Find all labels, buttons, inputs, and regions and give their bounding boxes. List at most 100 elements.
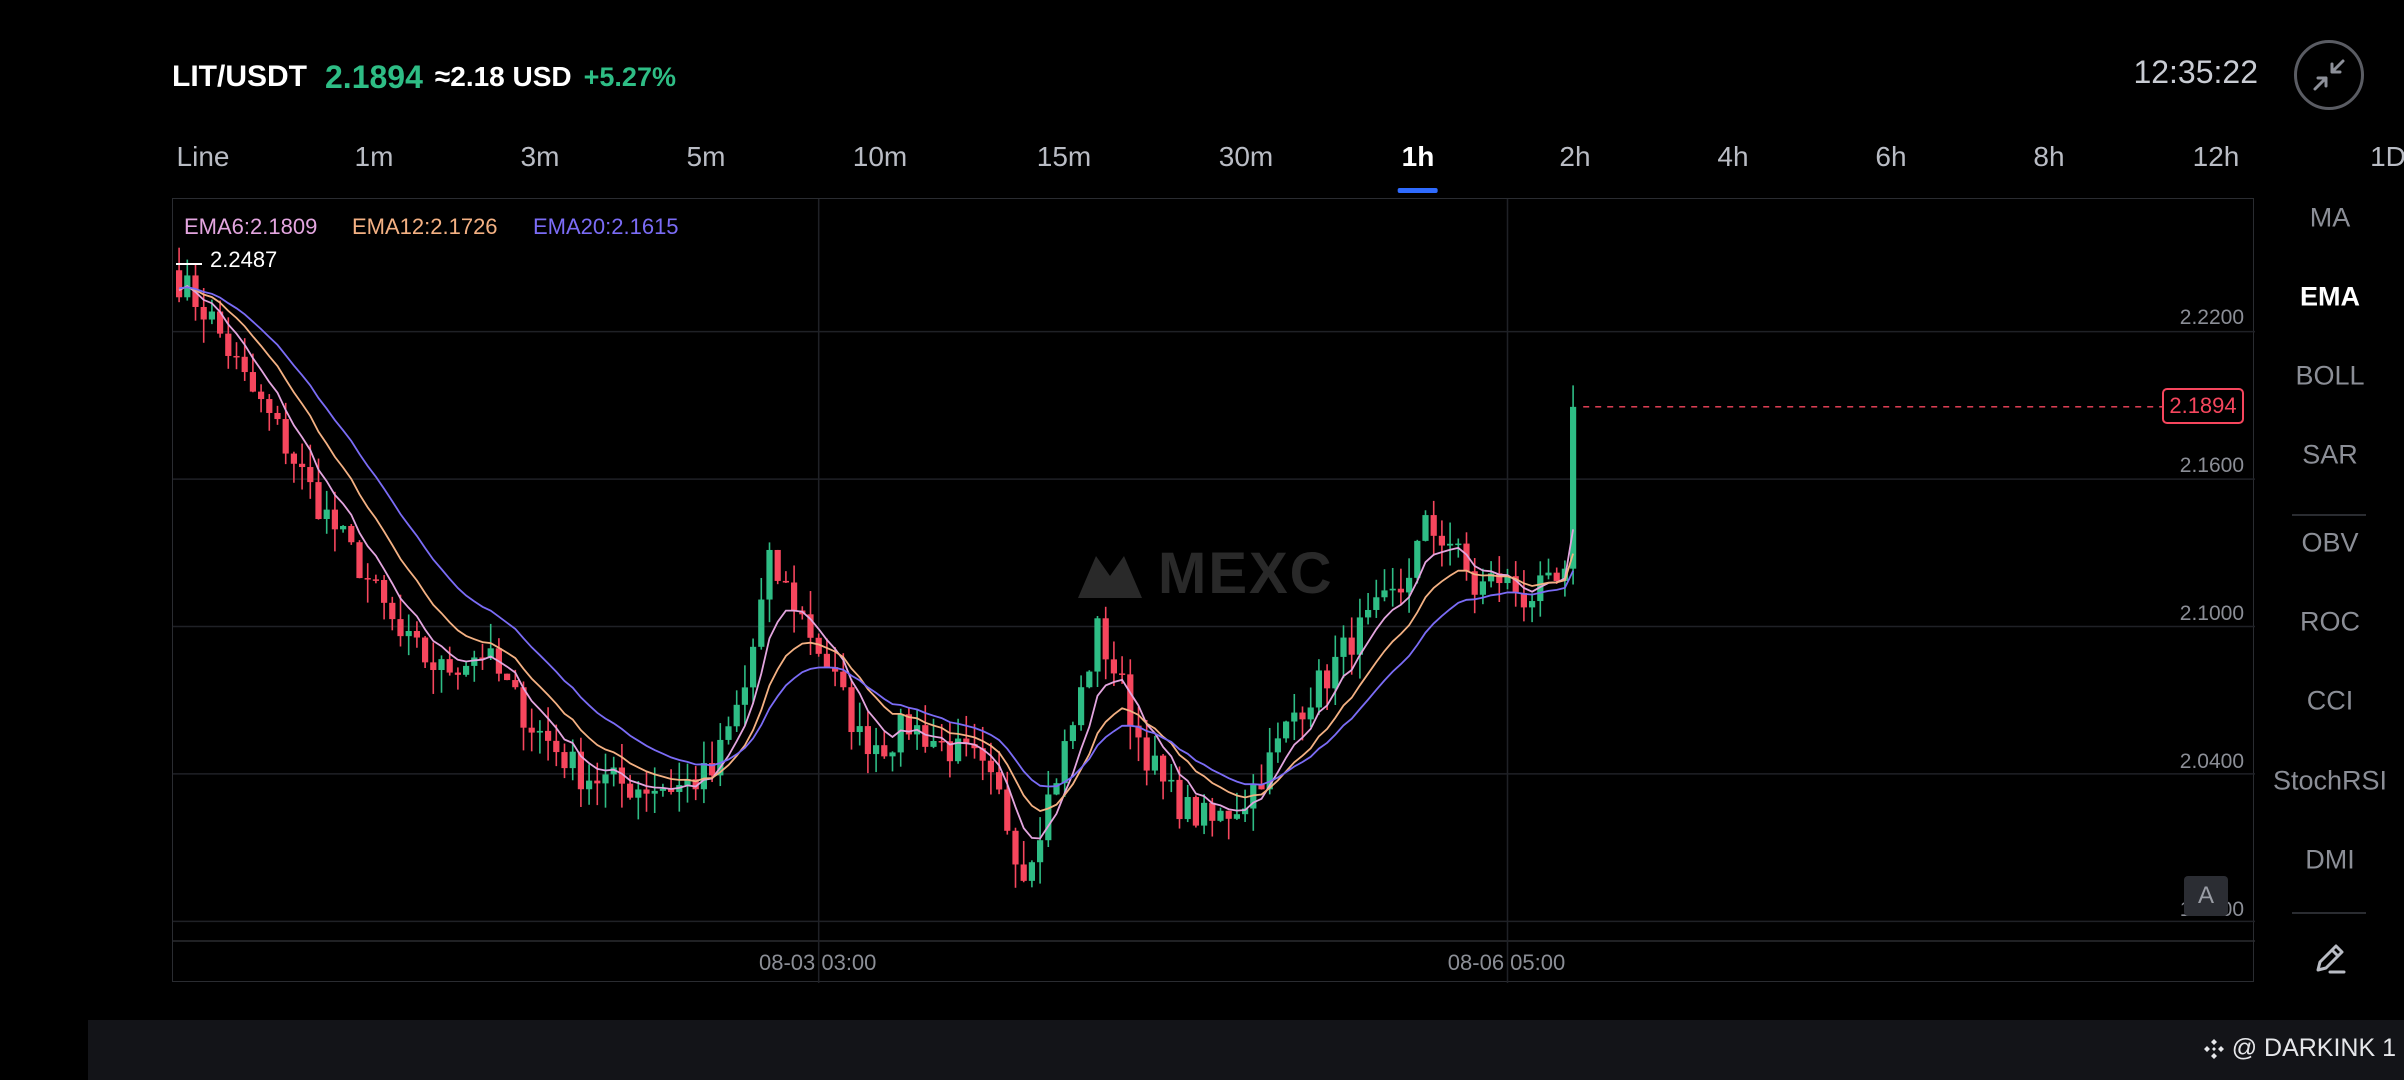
candle-body: [1438, 535, 1445, 546]
candle-body: [200, 306, 207, 320]
candle-body: [553, 740, 560, 753]
indicator-cci[interactable]: CCI: [2270, 686, 2390, 717]
candle-body: [569, 751, 576, 769]
indicator-roc[interactable]: ROC: [2270, 607, 2390, 638]
candle-body: [1291, 712, 1298, 722]
candle-body: [774, 549, 781, 581]
current-price-tag: 2.1894: [2162, 387, 2244, 424]
candle-body: [1422, 515, 1429, 541]
y-tick-label: 2.2200: [2179, 306, 2244, 329]
pencil-icon: [2316, 944, 2346, 974]
candle-body: [438, 659, 445, 671]
indicator-boll[interactable]: BOLL: [2270, 361, 2390, 392]
legend-ema20: EMA20:2.1615: [533, 214, 679, 239]
indicator-obv[interactable]: OBV: [2270, 528, 2390, 559]
candle-body: [1127, 674, 1134, 726]
candle-body: [1225, 810, 1232, 819]
clock: 12:35:22: [2133, 54, 2258, 90]
candle-body: [1020, 864, 1027, 881]
tab-30m[interactable]: 30m: [1219, 135, 1273, 195]
indicator-ma[interactable]: MA: [2270, 203, 2390, 234]
indicator-sar[interactable]: SAR: [2270, 440, 2390, 471]
ticker-header: LIT/USDT 2.1894 ≈2.18 USD +5.27%: [172, 50, 676, 104]
credit-text: @ DARKINK 1: [2202, 1034, 2396, 1063]
trading-pair[interactable]: LIT/USDT: [172, 60, 307, 94]
candle-body: [1110, 659, 1117, 674]
candle-body: [208, 311, 215, 320]
tab-2h[interactable]: 2h: [1559, 135, 1590, 195]
x-tick-label: 08-03 03:00: [758, 950, 877, 975]
tab-15m[interactable]: 15m: [1037, 135, 1091, 195]
candle-body: [364, 578, 371, 580]
candle-body: [1119, 673, 1126, 675]
credit-label: @ DARKINK 1: [2231, 1034, 2396, 1062]
last-price: 2.1894: [325, 58, 423, 95]
candle-body: [725, 726, 732, 740]
candle-body: [1479, 581, 1486, 595]
candle-body: [1233, 814, 1240, 819]
candle-body: [1324, 670, 1331, 689]
candle-body: [266, 399, 273, 413]
y-tick-label: 2.1600: [2179, 454, 2244, 477]
candle-body: [766, 549, 773, 600]
candle-body: [413, 631, 420, 638]
candle-body: [733, 704, 740, 727]
candle-body: [1061, 741, 1068, 784]
candle-body: [700, 763, 707, 790]
candle-body: [881, 745, 888, 757]
exchange-watermark: MEXC: [1074, 540, 1334, 607]
candle-body: [586, 780, 593, 790]
candle-body: [1028, 862, 1035, 881]
tab-6h[interactable]: 6h: [1875, 135, 1906, 195]
legend-ema6: EMA6:2.1809: [184, 214, 318, 239]
tab-10m[interactable]: 10m: [853, 135, 907, 195]
candle-body: [299, 463, 306, 468]
exit-fullscreen-button[interactable]: [2294, 40, 2364, 110]
candle-body: [1151, 755, 1158, 771]
candle-body: [1529, 601, 1536, 608]
candle-body: [1143, 737, 1150, 771]
candle-body: [1094, 618, 1101, 672]
tab-1h[interactable]: 1h: [1402, 135, 1435, 195]
candle-body: [864, 726, 871, 755]
tab-3m[interactable]: 3m: [521, 135, 560, 195]
candle-body: [258, 391, 265, 400]
candle-body: [1012, 830, 1019, 865]
candle-body: [873, 745, 880, 755]
approx-usd-price: ≈2.18 USD: [434, 61, 572, 92]
price-change-percent: +5.27%: [583, 61, 676, 92]
candle-body: [389, 602, 396, 620]
tab-12h[interactable]: 12h: [2193, 135, 2240, 195]
candle-body: [176, 270, 183, 298]
candle-body: [536, 730, 543, 733]
binance-logo-icon: [2203, 1038, 2224, 1059]
indicator-ema[interactable]: EMA: [2270, 282, 2390, 313]
candle-body: [348, 525, 355, 543]
drawing-tool-button[interactable]: [2310, 938, 2350, 978]
indicator-dmi[interactable]: DMI: [2270, 845, 2390, 876]
high-marker-line: [176, 263, 202, 265]
tab-4h[interactable]: 4h: [1717, 135, 1748, 195]
tab-line[interactable]: Line: [177, 135, 230, 195]
candle-body: [938, 741, 945, 743]
candle-body: [545, 730, 552, 741]
candle-body: [823, 653, 830, 668]
candle-body: [627, 783, 634, 798]
candle-body: [1389, 588, 1396, 591]
candle-body: [372, 579, 379, 581]
candle-body: [1315, 670, 1322, 708]
candle-body: [1160, 755, 1167, 782]
auto-scale-button[interactable]: A: [2184, 876, 2228, 916]
candle-body: [225, 333, 232, 356]
tab-1m[interactable]: 1m: [355, 135, 394, 195]
tab-5m[interactable]: 5m: [687, 135, 726, 195]
candle-body: [1348, 637, 1355, 655]
candle-body: [1184, 797, 1191, 820]
tab-8h[interactable]: 8h: [2033, 135, 2064, 195]
tab-1d[interactable]: 1D: [2370, 135, 2404, 195]
indicator-stochrsi[interactable]: StochRSI: [2270, 766, 2390, 797]
candle-body: [512, 680, 519, 688]
candle-body: [840, 671, 847, 688]
candle-body: [635, 789, 642, 798]
candle-body: [1209, 802, 1216, 821]
